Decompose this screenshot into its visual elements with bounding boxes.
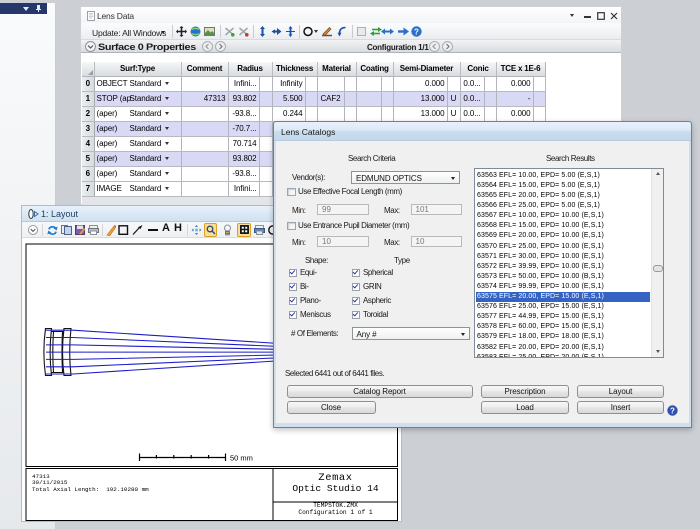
svg-text:?: ?: [670, 406, 675, 415]
svg-text:?: ?: [414, 27, 419, 36]
svg-text:50 mm: 50 mm: [230, 454, 253, 463]
